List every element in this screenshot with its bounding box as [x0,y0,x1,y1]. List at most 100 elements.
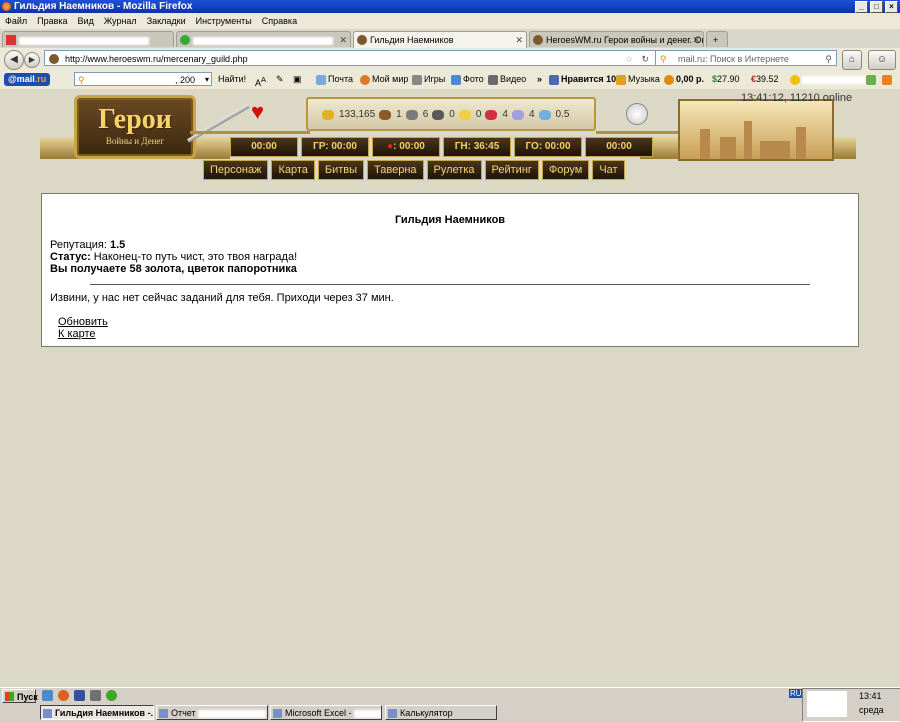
refresh-link[interactable]: Обновить [58,316,108,328]
task-firefox[interactable]: Гильдия Наемников -... [40,705,154,720]
divider [90,284,810,285]
star-icon[interactable]: ☆ [625,51,633,67]
heart-icon[interactable]: ♥ [251,101,264,123]
window-title: Гильдия Наемников - Mozilla Firefox [14,1,193,12]
timer-thieves[interactable]: ●: 00:00 [372,137,440,157]
pencil-icon[interactable]: ✎ [276,70,284,89]
tab-heroeswm[interactable]: HeroesWM.ru Герои войны и денег. Он... ✕ [529,31,704,47]
envelope-icon [316,74,326,85]
mailru-logo[interactable]: @mail.ru [4,73,51,86]
tab-1[interactable] [2,31,174,47]
pocket-watch-icon [626,103,648,125]
timer-guards[interactable]: ГО: 00:00 [514,137,582,157]
menu-file[interactable]: Файл [5,13,27,29]
timer-mercenaries[interactable]: ГН: 36:45 [443,137,511,157]
music-link[interactable]: Музыка [628,74,660,84]
more-button[interactable]: » [537,70,542,89]
menu-character[interactable]: Персонаж [203,160,269,180]
sulfur-amount: 0 [475,109,482,120]
photo-link[interactable]: Фото [463,74,484,84]
tab-2[interactable]: ✕ [176,31,351,47]
menu-forum[interactable]: Форум [541,160,590,180]
ie-icon[interactable] [42,690,53,701]
menu-map[interactable]: Карта [271,160,315,180]
reload-icon[interactable]: ↻ [641,51,649,67]
home-button[interactable]: ⌂ [842,50,862,70]
usd-rate[interactable]: 27.90 [717,74,740,84]
menu-history[interactable]: Журнал [104,13,137,29]
addon-button[interactable]: ☺ [868,50,896,70]
game-menu: Персонаж Карта Битвы Таверна Рулетка Рей… [203,160,625,180]
timer-health[interactable]: 00:00 [230,137,298,157]
close-icon[interactable]: ✕ [515,32,523,48]
game-banner: Герои Войны и Денег ♥ 133,165 1 6 0 0 4 … [40,89,860,185]
minimize-button[interactable]: _ [855,1,868,13]
tab-1-label [19,36,149,45]
task-excel-label: Microsoft Excel - [285,708,352,718]
back-button[interactable]: ◀ [4,50,24,70]
firefox-icon[interactable] [58,690,69,701]
reputation-line: Репутация: 1.5 [50,239,125,251]
close-icon[interactable]: ✕ [692,32,700,47]
mymir-link[interactable]: Мой мир [372,74,408,84]
money-balance[interactable]: 0,00 р. [676,74,704,84]
save-icon[interactable] [74,690,85,701]
window-titlebar: Гильдия Наемников - Mozilla Firefox _ □ … [0,0,900,13]
menu-battles[interactable]: Битвы [317,160,365,180]
menu-chat[interactable]: Чат [592,160,625,180]
find-button[interactable]: Найти! [218,70,246,89]
language-indicator[interactable]: RU [789,689,803,698]
menu-edit[interactable]: Правка [37,13,67,29]
eur-rate[interactable]: 39.52 [756,74,779,84]
timer-other[interactable]: 00:00 [585,137,653,157]
menu-rating[interactable]: Рейтинг [484,160,539,180]
chevron-down-icon[interactable]: ▾ [205,73,209,87]
video-link[interactable]: Видео [500,74,526,84]
task-excel[interactable]: Microsoft Excel - [270,705,382,720]
close-icon[interactable]: ✕ [339,32,347,47]
desktop-icon[interactable] [90,690,101,701]
new-tab-button[interactable]: + [706,31,728,47]
timer-hunters[interactable]: ГР: 00:00 [301,137,369,157]
menu-help[interactable]: Справка [262,13,297,29]
banner-pipe [190,131,310,134]
mail-link[interactable]: Почта [328,74,353,84]
clock-time[interactable]: 13:41 [859,691,882,701]
settings-icon[interactable] [882,74,892,85]
tab-2-label [193,36,333,45]
logo-subtitle: Войны и Денег [105,136,165,146]
menu-bookmarks[interactable]: Закладки [147,13,186,29]
games-link[interactable]: Игры [424,74,445,84]
start-button[interactable]: Пуск [2,689,38,703]
url-bar[interactable]: http://www.heroeswm.ru/mercenary_guild.p… [44,50,656,66]
gold-icon [322,109,334,120]
search-input[interactable]: ⚲ mail.ru: Поиск в Интернете ⚲ [655,50,837,66]
site-icon [49,54,59,64]
game-logo[interactable]: Герои Войны и Денег [74,95,196,159]
tab-bar: ✕ Гильдия Наемников ✕ HeroesWM.ru Герои … [0,29,900,49]
tray-blurred [807,691,847,717]
menubar: Файл Правка Вид Журнал Закладки Инструме… [0,13,900,29]
menu-view[interactable]: Вид [78,13,94,29]
menu-roulette[interactable]: Рулетка [426,160,482,180]
weather-icon [790,74,800,85]
mailru-search-input[interactable]: ⚲ , 200 ▾ [74,72,212,86]
crystal-icon [485,109,498,120]
task-calculator[interactable]: Калькулятор [385,705,497,720]
task-report[interactable]: Отчет [156,705,268,720]
search-icon[interactable]: ⚲ [825,51,832,67]
close-button[interactable]: × [885,1,898,13]
maximize-button[interactable]: □ [870,1,883,13]
window-icon[interactable]: ▣ [293,70,302,89]
resources-panel: 133,165 1 6 0 0 4 4 0.5 [306,97,596,131]
icq-icon[interactable] [106,690,117,701]
likes-link[interactable]: Нравится 10 [561,74,616,84]
online-counter: 13:41:12, 11210 online [741,92,853,104]
menu-tavern[interactable]: Таверна [367,160,424,180]
tab-mercenary-guild[interactable]: Гильдия Наемников ✕ [353,31,527,48]
wallet-icon [664,74,674,85]
puzzle-icon[interactable] [866,74,876,85]
to-map-link[interactable]: К карте [58,328,96,340]
menu-tools[interactable]: Инструменты [196,13,252,29]
forward-button[interactable]: ▶ [24,52,40,68]
